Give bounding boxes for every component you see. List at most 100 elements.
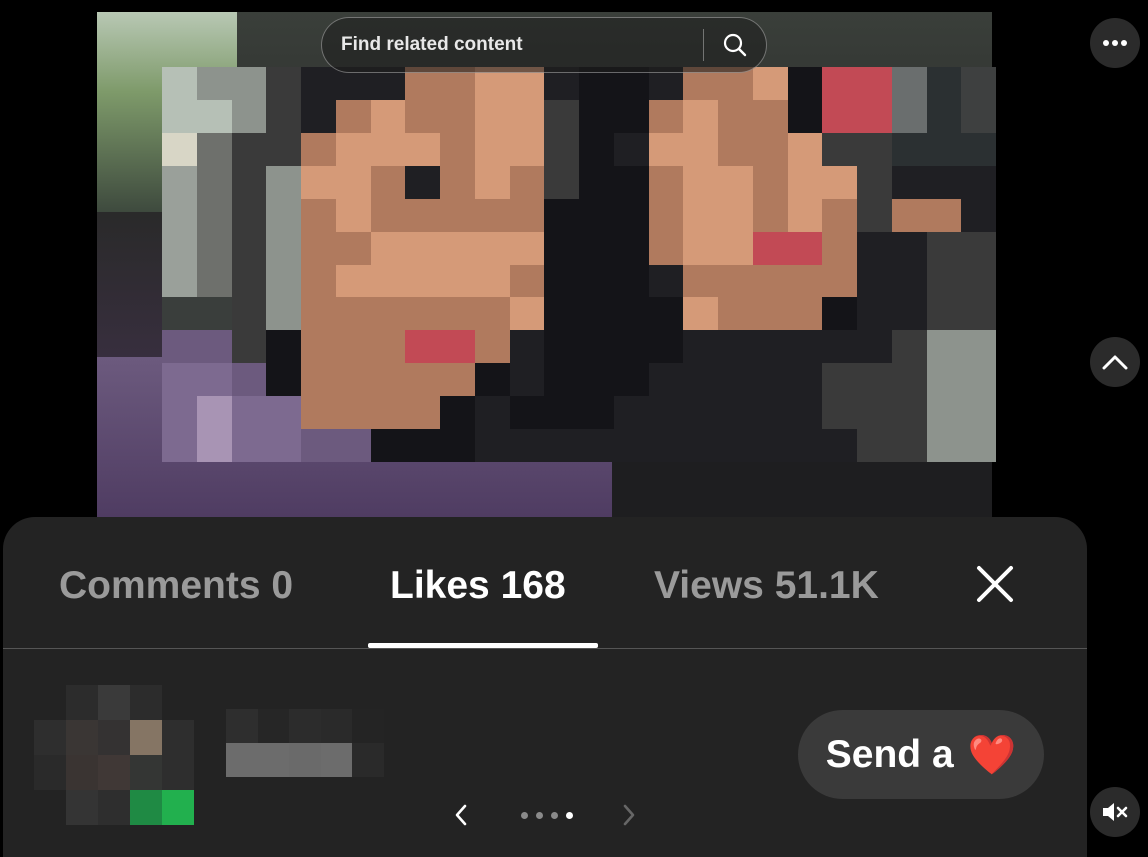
- pager: [453, 800, 643, 830]
- search-button[interactable]: [704, 18, 766, 72]
- mosaic-cell: [579, 429, 614, 462]
- avatar-cell: [34, 720, 66, 755]
- mosaic-cell: [718, 330, 753, 364]
- name-cell: [289, 709, 321, 743]
- mosaic-cell: [474, 429, 510, 462]
- prev-page-button[interactable]: [453, 803, 469, 832]
- mosaic-cell: [579, 132, 614, 166]
- mosaic-cell: [474, 297, 510, 331]
- tab-likes[interactable]: Likes 168: [390, 564, 566, 608]
- mosaic-cell: [926, 363, 962, 397]
- mosaic-cell: [891, 396, 927, 430]
- scroll-up-button[interactable]: [1090, 337, 1140, 387]
- mosaic-cell: [474, 165, 510, 199]
- mosaic-cell: [405, 330, 440, 364]
- mosaic-cell: [648, 99, 684, 133]
- mosaic-cell: [579, 198, 614, 232]
- mosaic-cell: [648, 297, 684, 331]
- next-page-button[interactable]: [621, 803, 637, 832]
- mosaic-cell: [544, 297, 579, 331]
- mosaic-cell: [648, 396, 684, 430]
- mosaic-cell: [752, 429, 788, 462]
- mosaic-cell: [231, 297, 267, 331]
- mosaic-cell: [752, 264, 788, 298]
- mosaic-cell: [370, 396, 406, 430]
- mosaic-cell: [926, 198, 962, 232]
- tab-views[interactable]: Views 51.1K: [654, 564, 879, 608]
- mosaic-cell: [683, 165, 718, 199]
- mosaic-cell: [857, 264, 892, 298]
- mosaic-cell: [926, 67, 962, 100]
- send-heart-button[interactable]: Send a ❤️: [798, 710, 1044, 799]
- mosaic-cell: [544, 231, 579, 265]
- mosaic-cell: [544, 264, 579, 298]
- avatar-cell: [98, 685, 130, 720]
- mosaic-cell: [231, 330, 267, 364]
- send-label: Send a: [825, 732, 954, 776]
- avatar-cell: [66, 755, 98, 790]
- mosaic-cell: [370, 330, 406, 364]
- mosaic-cell: [509, 231, 545, 265]
- mosaic-cell: [509, 198, 545, 232]
- mosaic-cell: [231, 396, 267, 430]
- mosaic-cell: [926, 330, 962, 364]
- tab-comments[interactable]: Comments 0: [59, 564, 293, 608]
- tab-bar: Comments 0 Likes 168 Views 51.1K: [3, 517, 1087, 649]
- name-cell: [320, 743, 353, 777]
- avatar-cell: [34, 685, 66, 720]
- mosaic-cell: [266, 363, 301, 397]
- avatar-cell: [162, 790, 194, 825]
- mosaic-cell: [752, 396, 788, 430]
- mosaic-cell: [266, 165, 301, 199]
- mosaic-cell: [891, 132, 927, 166]
- mosaic-cell: [405, 165, 440, 199]
- name-cell: [320, 709, 353, 743]
- mosaic-cell: [613, 363, 649, 397]
- avatar-cell: [130, 720, 162, 755]
- mosaic-cell: [440, 132, 475, 166]
- tab-divider: [3, 648, 1087, 649]
- mosaic-cell: [683, 396, 718, 430]
- close-button[interactable]: [973, 562, 1017, 606]
- mosaic-cell: [474, 264, 510, 298]
- mosaic-cell: [509, 297, 545, 331]
- mosaic-cell: [335, 297, 371, 331]
- chevron-left-icon: [455, 804, 467, 826]
- avatar-cell: [130, 755, 162, 790]
- mosaic-cell: [335, 231, 371, 265]
- mosaic-cell: [857, 198, 892, 232]
- avatar[interactable]: [34, 685, 194, 825]
- mosaic-cell: [961, 297, 996, 331]
- mosaic-cell: [335, 363, 371, 397]
- avatar-cell: [34, 755, 66, 790]
- mosaic-cell: [301, 99, 336, 133]
- mosaic-cell: [509, 99, 545, 133]
- mosaic-cell: [718, 198, 753, 232]
- mosaic-cell: [926, 165, 962, 199]
- mosaic-cell: [822, 396, 857, 430]
- mosaic-cell: [440, 297, 475, 331]
- mosaic-cell: [370, 297, 406, 331]
- mosaic-cell: [335, 330, 371, 364]
- mosaic-cell: [162, 67, 197, 100]
- mosaic-cell: [891, 297, 927, 331]
- search-bar[interactable]: Find related content: [321, 17, 767, 73]
- avatar-cell: [66, 790, 98, 825]
- mosaic-cell: [162, 396, 197, 430]
- mosaic-cell: [370, 165, 406, 199]
- mosaic-cell: [579, 99, 614, 133]
- mosaic-cell: [857, 396, 892, 430]
- mosaic-cell: [162, 429, 197, 462]
- mosaic-cell: [926, 396, 962, 430]
- mute-button[interactable]: [1090, 787, 1140, 837]
- mosaic-cell: [196, 330, 232, 364]
- avatar-cell: [34, 790, 66, 825]
- mosaic-cell: [301, 363, 336, 397]
- mosaic-cell: [266, 132, 301, 166]
- mosaic-cell: [787, 396, 823, 430]
- username-redacted[interactable]: [226, 709, 384, 777]
- mosaic-cell: [683, 330, 718, 364]
- mosaic-cell: [961, 198, 996, 232]
- more-button[interactable]: [1090, 18, 1140, 68]
- mosaic-cell: [752, 363, 788, 397]
